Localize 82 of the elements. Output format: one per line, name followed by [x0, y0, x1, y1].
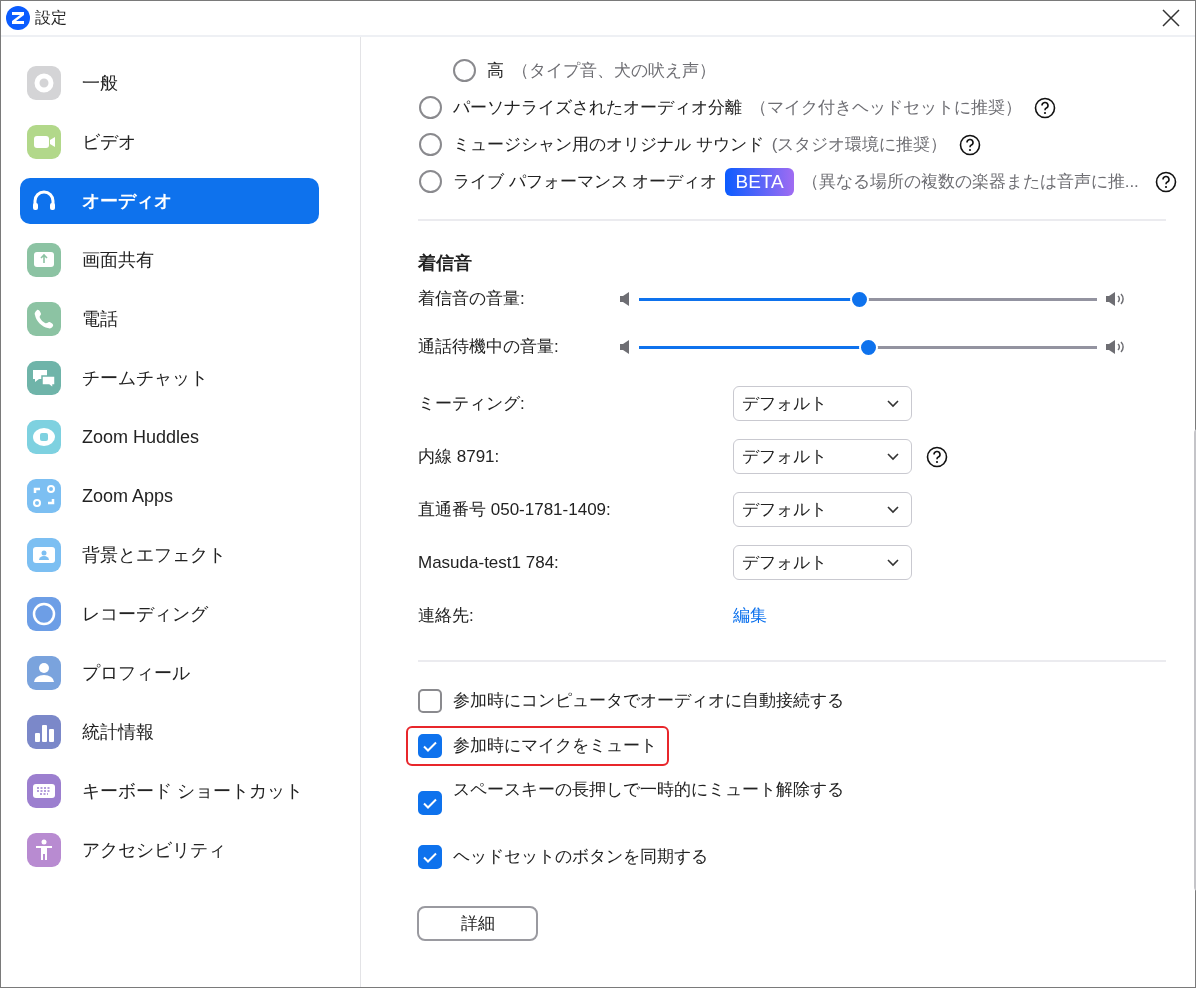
user-icon [27, 656, 61, 690]
window-title: 設定 [35, 8, 67, 28]
checkbox-label: ヘッドセットのボタンを同期する [453, 846, 708, 868]
sidebar-item[interactable]: 一般 [20, 60, 319, 106]
background-icon [27, 538, 61, 572]
close-icon [1162, 9, 1180, 27]
checkbox-label: 参加時にマイクをミュート [453, 735, 657, 757]
sidebar-item[interactable]: プロフィール [20, 650, 319, 696]
volume-label: 着信音の音量: [418, 288, 526, 311]
keyboard-icon [27, 774, 61, 808]
option-note: （マイク付きヘッドセットに推奨） [750, 96, 1022, 119]
sidebar-item[interactable]: ビデオ [20, 119, 319, 165]
option-label: 高 [487, 59, 504, 82]
checkbox[interactable] [418, 791, 442, 815]
checkbox[interactable] [418, 689, 442, 713]
ringtone-dropdown[interactable]: デフォルト [733, 439, 912, 474]
accessibility-icon [27, 833, 61, 867]
chevron-down-icon [887, 452, 899, 461]
sidebar-item[interactable]: 背景とエフェクト [20, 532, 319, 578]
sidebar-item[interactable]: キーボード ショートカット [20, 768, 319, 814]
share-screen-icon [27, 243, 61, 277]
option-note: (スタジオ環境に推奨） [771, 133, 948, 156]
option-label: ライブ パフォーマンス オーディオ [453, 170, 718, 193]
bar-chart-icon [27, 715, 61, 749]
help-icon[interactable] [959, 133, 982, 156]
sidebar-item[interactable]: 電話 [20, 296, 319, 342]
radio-button[interactable] [419, 96, 442, 119]
checkbox-label: 参加時にコンピュータでオーディオに自動接続する [453, 690, 844, 712]
sidebar-item[interactable]: Zoom Huddles [20, 414, 319, 460]
checkbox[interactable] [418, 845, 442, 869]
sidebar-item[interactable]: アクセシビリティ [20, 827, 319, 873]
setting-label: 連絡先: [418, 604, 475, 627]
option-note: （異なる場所の複数の楽器または音声に推... [801, 170, 1139, 193]
option-label: ミュージシャン用のオリジナル サウンド [453, 133, 764, 156]
radio-button[interactable] [453, 59, 476, 82]
sidebar-item[interactable]: Zoom Apps [20, 473, 319, 519]
close-button[interactable] [1161, 8, 1181, 28]
help-icon[interactable] [1154, 170, 1177, 193]
chevron-down-icon [887, 505, 899, 514]
apps-icon [27, 479, 61, 513]
volume-low-icon [619, 339, 631, 355]
huddle-icon [27, 420, 61, 454]
ringtone-dropdown[interactable]: デフォルト [733, 386, 912, 421]
option-note: （タイプ音、犬の吠え声） [512, 59, 716, 82]
checkbox[interactable] [418, 734, 442, 758]
slider-thumb[interactable] [859, 337, 878, 357]
sidebar-item[interactable]: 画面共有 [20, 237, 319, 283]
chat-bubbles-icon [27, 361, 61, 395]
sidebar-item[interactable]: レコーディング [20, 591, 319, 637]
ringtone-dropdown[interactable]: デフォルト [733, 492, 912, 527]
sidebar-item[interactable]: チームチャット [20, 355, 319, 401]
radio-button[interactable] [419, 133, 442, 156]
checkmark-icon [423, 740, 437, 752]
section-heading: 着信音 [418, 251, 473, 275]
checkmark-icon [423, 851, 437, 863]
video-camera-icon [27, 125, 61, 159]
setting-label: ミーティング: [418, 392, 526, 415]
app-logo-icon [5, 5, 31, 31]
checkbox-label: スペースキーの長押しで一時的にミュート解除する [453, 779, 844, 801]
sidebar-item[interactable]: 統計情報 [20, 709, 319, 755]
setting-label: 直通番号 050-1781-1409: [418, 498, 612, 521]
gear-icon [27, 66, 61, 100]
ringtone-dropdown[interactable]: デフォルト [733, 545, 912, 580]
setting-label: Masuda-test1 784: [418, 551, 560, 574]
radio-button[interactable] [419, 170, 442, 193]
edit-link[interactable]: 編集 [733, 602, 767, 629]
sidebar-item[interactable]: オーディオ [20, 178, 319, 224]
help-icon[interactable] [1034, 96, 1056, 119]
help-icon[interactable] [926, 445, 948, 468]
volume-low-icon [619, 291, 631, 307]
option-label: パーソナライズされたオーディオ分離 [453, 96, 742, 119]
checkmark-icon [423, 797, 437, 809]
volume-high-icon [1105, 291, 1127, 307]
phone-icon [27, 302, 61, 336]
advanced-button[interactable]: 詳細 [417, 906, 538, 941]
volume-high-icon [1105, 339, 1127, 355]
record-icon [27, 597, 61, 631]
chevron-down-icon [887, 399, 899, 408]
chevron-down-icon [887, 558, 899, 567]
setting-label: 内線 8791: [418, 445, 501, 468]
beta-badge: BETA [725, 167, 794, 196]
volume-label: 通話待機中の音量: [418, 336, 560, 359]
